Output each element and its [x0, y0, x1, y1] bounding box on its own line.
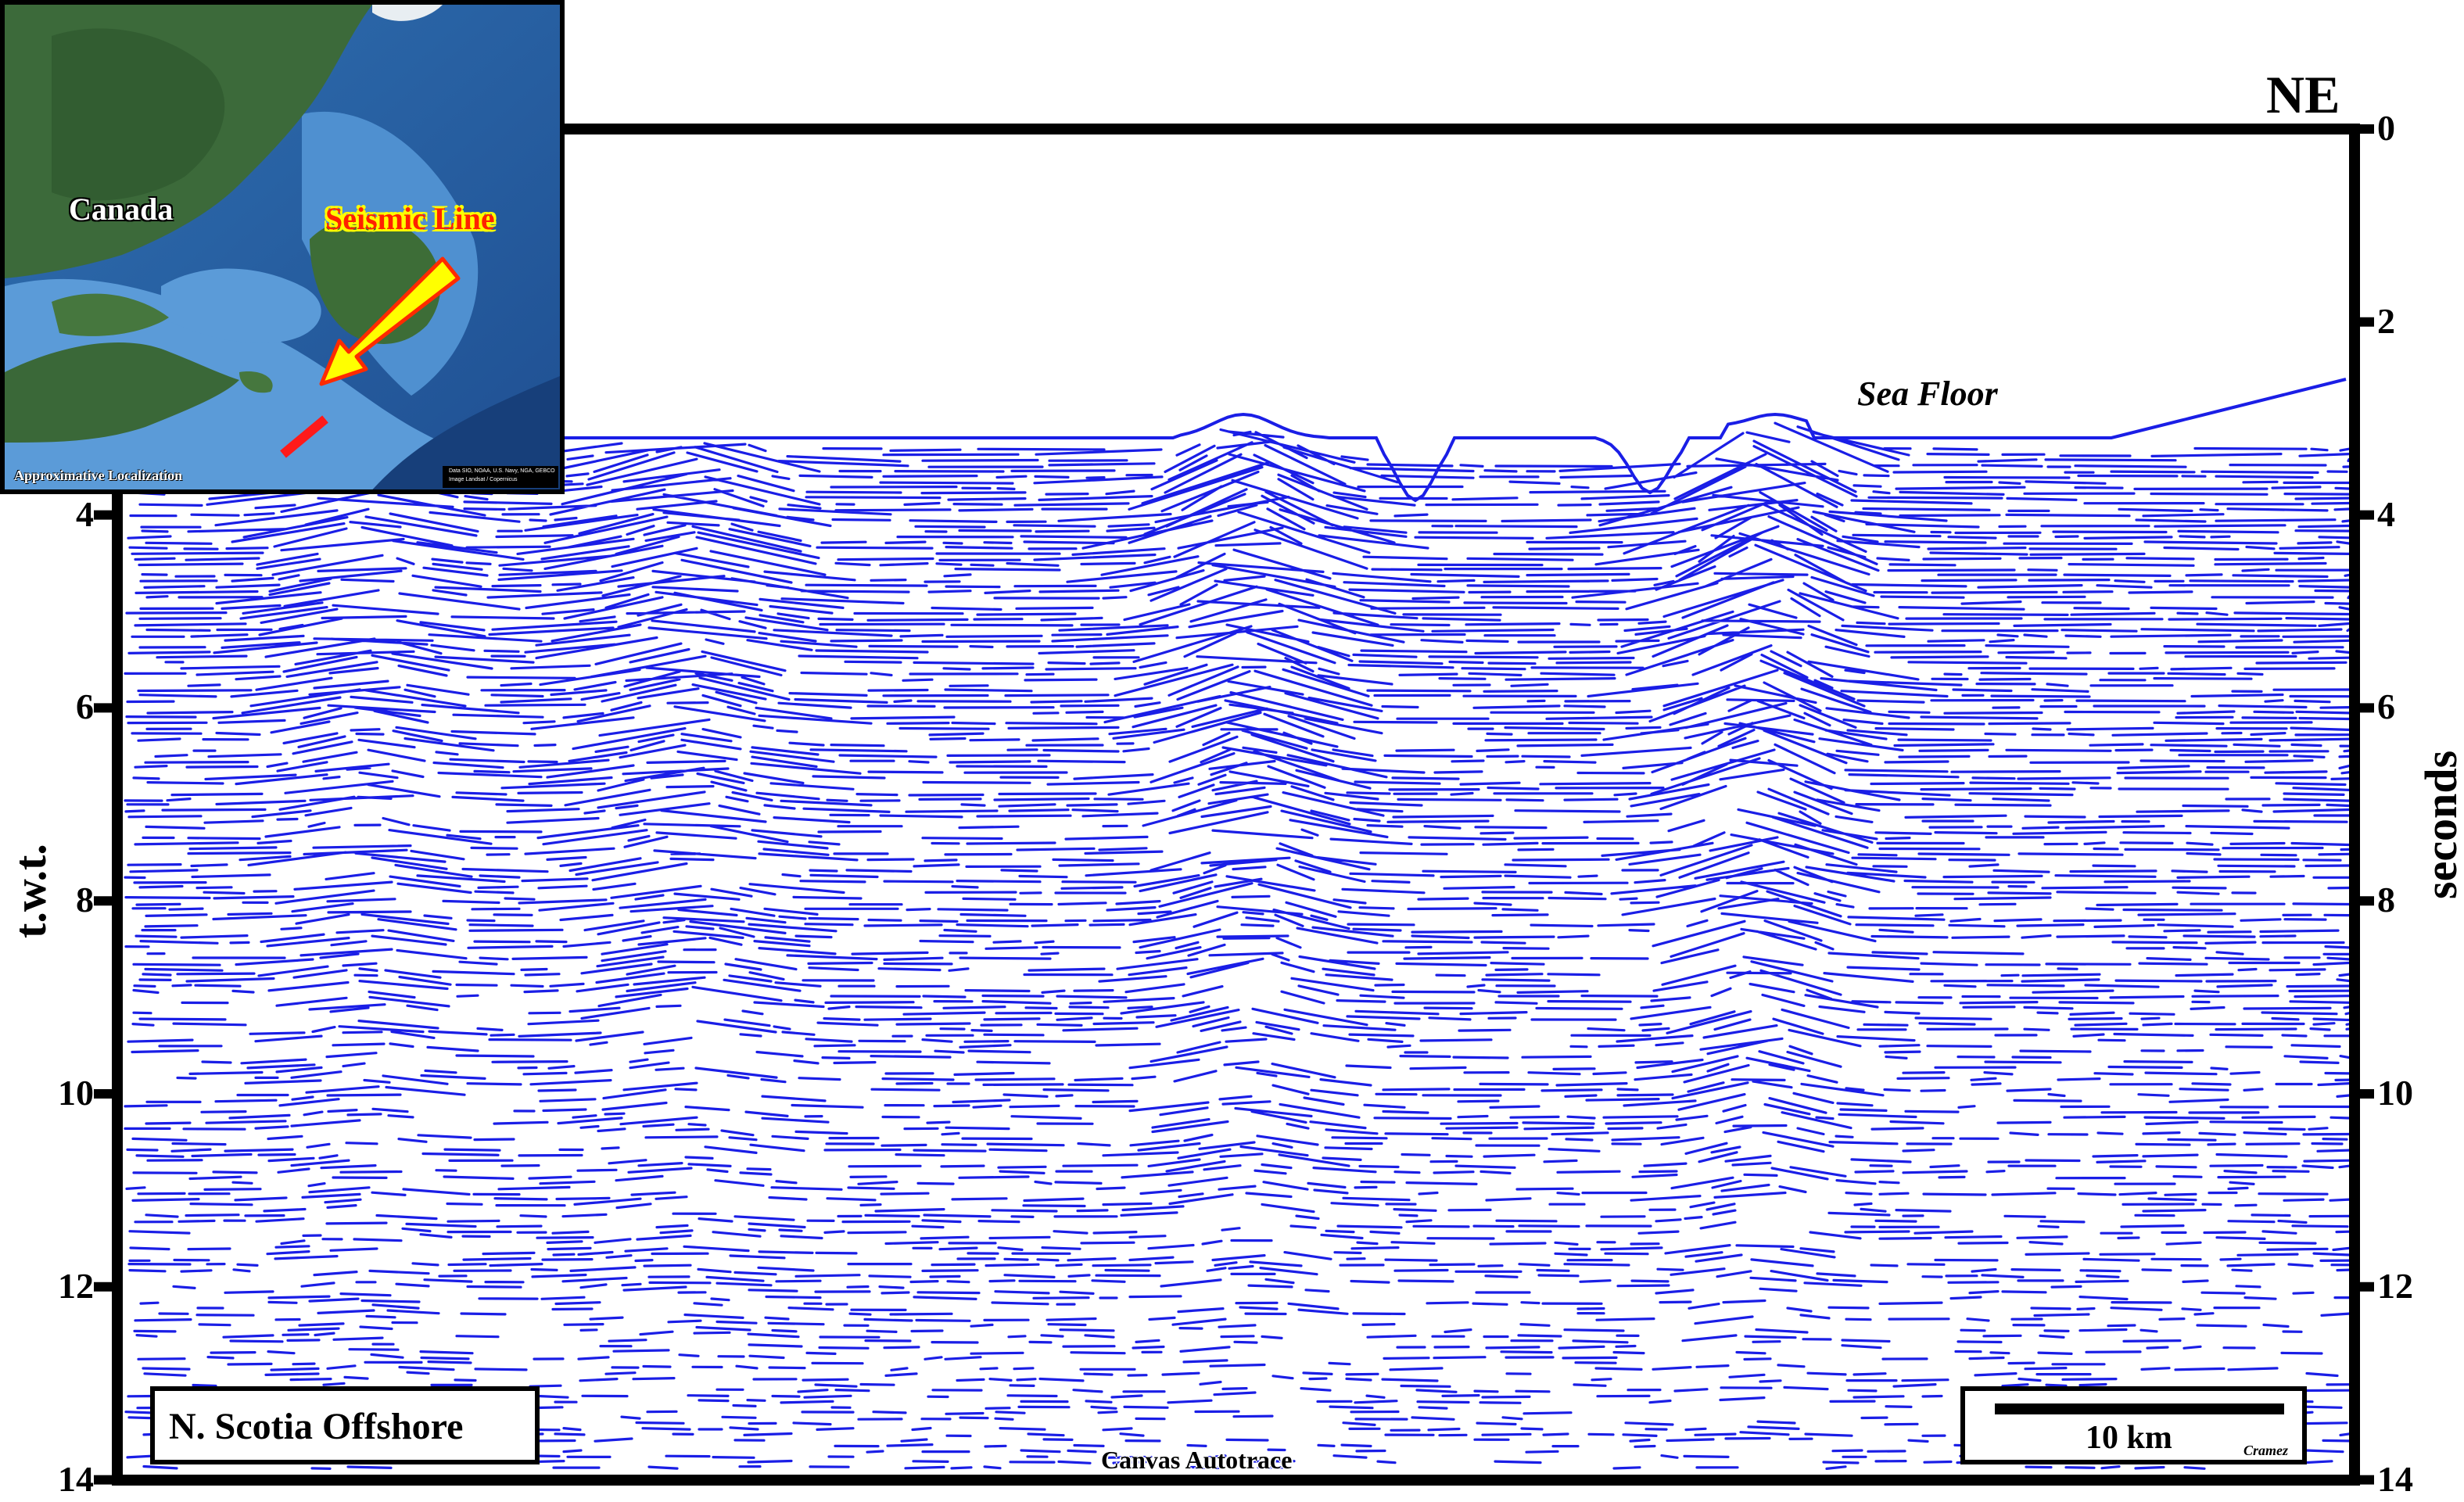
location-box: N. Scotia Offshore: [150, 1386, 540, 1464]
right-tick-label: 10: [2377, 1073, 2413, 1113]
right-tick-label: 2: [2377, 300, 2395, 341]
right-axis-title: seconds: [2416, 750, 2464, 899]
right-tick-label: 4: [2377, 493, 2395, 534]
map-credit-box: Data SIO, NOAA, U.S. Navy, NGA, GEBCO Im…: [443, 466, 558, 488]
left-tick-label: 4: [76, 493, 94, 534]
scale-bar-label: 10 km: [2086, 1420, 2172, 1456]
map-country-label: Canada: [69, 192, 174, 227]
map-line-label: Seismic Line: [325, 201, 495, 236]
scale-bar-box: 10 km Cramez: [1960, 1386, 2307, 1464]
seismic-figure: NE t.w.t. seconds 4 6 8 10 12 14 0 2 4 6 8 10 12 14 …: [0, 0, 2464, 1502]
author-credit: Cramez: [2243, 1443, 2289, 1458]
left-tick-label: 6: [76, 686, 94, 727]
map-footer: Approximative Localization: [14, 468, 183, 483]
right-tick-label: 0: [2377, 108, 2395, 148]
sea-floor-label: Sea Floor: [1857, 375, 1998, 413]
right-tick-label: 8: [2377, 880, 2395, 920]
scale-bar: [1995, 1403, 2284, 1414]
left-tick-label: 14: [58, 1458, 94, 1499]
inset-location-map: Canada Seismic Line Approximative Locali…: [0, 0, 565, 494]
map-credit-line-1: Data SIO, NOAA, U.S. Navy, NGA, GEBCO: [449, 468, 555, 474]
location-label: N. Scotia Offshore: [169, 1406, 464, 1447]
left-tick-label: 10: [58, 1073, 94, 1113]
right-tick-label: 14: [2377, 1458, 2413, 1499]
reflector-lines: [124, 421, 2351, 1470]
right-tick-label: 12: [2377, 1265, 2413, 1306]
direction-label: NE: [2266, 65, 2340, 124]
software-credit: Canvas Autotrace: [1101, 1446, 1293, 1474]
left-tick-label: 8: [76, 880, 94, 920]
reflector-traces: [124, 378, 2351, 1470]
right-tick-label: 6: [2377, 686, 2395, 727]
map-credit-line-2: Image Landsat / Copernicus: [449, 477, 518, 482]
left-tick-label: 12: [58, 1265, 94, 1306]
map-image: [5, 5, 560, 489]
